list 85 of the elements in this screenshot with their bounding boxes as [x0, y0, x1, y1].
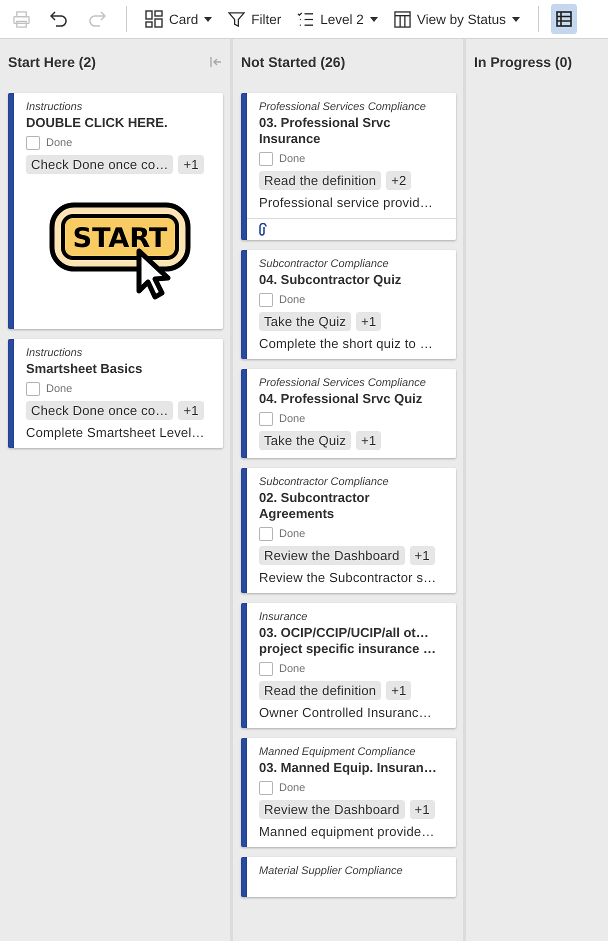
done-checkbox[interactable]	[259, 527, 273, 541]
table-icon	[394, 10, 411, 28]
card-tag: Take the Quiz	[259, 431, 352, 450]
card-category: Subcontractor Compliance	[259, 476, 390, 488]
card-category: Manned Equipment Compliance	[259, 746, 417, 758]
card-title: DOUBLE CLICK HERE.	[26, 115, 169, 131]
done-checkbox[interactable]	[259, 662, 273, 676]
card-tag: Check Done once co…	[26, 155, 174, 174]
card-tag: Check Done once co…	[26, 401, 174, 420]
done-label: Done	[279, 782, 306, 794]
card-category: Subcontractor Compliance	[259, 258, 390, 270]
card-title: 03. Professional Srvc	[259, 115, 392, 131]
done-checkbox[interactable]	[259, 781, 273, 795]
card-category: Professional Services Compliance	[259, 101, 427, 113]
card-description: Owner Controlled Insuranc…	[259, 705, 433, 720]
task-card[interactable]: Professional Services Compliance 04. Professional Srvc Quiz Done Take the Quiz +1	[241, 369, 456, 458]
card-category: Instructions	[26, 101, 84, 113]
done-checkbox[interactable]	[259, 412, 273, 426]
done-label: Done	[279, 528, 306, 540]
more-count: +1	[386, 681, 412, 700]
more-count: +1	[410, 546, 435, 565]
card-description: Professional service provid…	[259, 195, 434, 210]
task-card[interactable]: Material Supplier Compliance	[241, 857, 456, 897]
layout-icon	[145, 10, 163, 28]
card-button[interactable]: Card	[139, 4, 218, 34]
filter-button[interactable]: Filter	[222, 4, 288, 34]
task-card[interactable]: Insurance 03. OCIP/CCIP/UCIP/all ot… project specific insurance … Done Read the definition +1 Owner Controlled Insuranc…	[241, 603, 456, 728]
collapse-icon[interactable]	[210, 57, 222, 67]
filter-icon	[228, 10, 246, 28]
more-count: +2	[386, 171, 412, 190]
more-count: +1	[178, 401, 204, 420]
card-title: 02. Subcontractor	[259, 490, 371, 506]
card-title: 03. Manned Equip. Insuran…	[259, 760, 438, 776]
done-checkbox[interactable]	[259, 293, 273, 307]
card-title: 03. OCIP/CCIP/UCIP/all ot…	[259, 625, 430, 641]
done-label: Done	[279, 294, 306, 306]
view-button[interactable]: View by Status	[388, 4, 526, 34]
column-title: Start Here (2)	[8, 54, 96, 70]
task-card[interactable]: Instructions Smartsheet Basics Done Check Done once co… +1 Complete Smartsheet Level…	[8, 339, 223, 448]
done-checkbox[interactable]	[26, 382, 40, 396]
task-card[interactable]: Professional Services Compliance 03. Professional Srvc Insurance Done Read the definition +2 Professional service provid…	[241, 93, 456, 240]
card-title: 04. Professional Srvc Quiz	[259, 391, 424, 407]
card-category: Insurance	[259, 611, 308, 623]
card-category: Material Supplier Compliance	[259, 865, 404, 877]
column-title: In Progress (0)	[474, 54, 572, 70]
done-label: Done	[279, 413, 306, 425]
card-description: Review the Subcontractor s…	[259, 570, 438, 585]
redo-icon	[88, 11, 106, 27]
card-title: project specific insurance …	[259, 641, 438, 657]
task-card[interactable]: Subcontractor Compliance 04. Subcontractor Quiz Done Take the Quiz +1 Complete the short quiz to …	[241, 250, 456, 359]
card-description: Complete Smartsheet Level…	[26, 425, 206, 440]
card-category: Instructions	[26, 347, 84, 359]
task-card[interactable]: Instructions DOUBLE CLICK HERE. Done Check Done once co… +1 START	[8, 93, 223, 329]
more-count: +1	[178, 155, 204, 174]
task-card[interactable]: Manned Equipment Compliance 03. Manned Equip. Insuran… Done Review the Dashboard +1 Manned equipment provide…	[241, 738, 456, 847]
paperclip-icon	[257, 223, 267, 237]
more-count: +1	[356, 431, 382, 450]
card-title: Smartsheet Basics	[26, 361, 144, 377]
done-label: Done	[279, 153, 306, 165]
more-count: +1	[410, 800, 435, 819]
done-checkbox[interactable]	[259, 152, 273, 166]
done-label: Done	[279, 663, 306, 675]
card-category: Professional Services Compliance	[259, 377, 427, 389]
grid-view-button[interactable]	[550, 4, 577, 34]
undo-icon	[50, 11, 68, 27]
done-label: Done	[46, 383, 72, 395]
card-tag: Review the Dashboard	[259, 546, 405, 565]
card-title: Insurance	[259, 131, 322, 147]
grid-icon	[556, 11, 572, 27]
done-label: Done	[46, 137, 72, 149]
card-description: Complete the short quiz to …	[259, 336, 434, 351]
task-card[interactable]: Subcontractor Compliance 02. Subcontractor Agreements Done Review the Dashboard +1 Review the Subcontractor s…	[241, 468, 456, 593]
done-checkbox[interactable]	[26, 136, 40, 150]
level-button[interactable]: Level 2	[291, 4, 384, 34]
card-title: Agreements	[259, 506, 336, 522]
card-description: Manned equipment provide…	[259, 824, 436, 839]
card-title: 04. Subcontractor Quiz	[259, 272, 402, 288]
card-tag: Review the Dashboard	[259, 800, 405, 819]
more-count: +1	[356, 312, 382, 331]
printer-icon	[12, 10, 30, 28]
card-tag: Read the definition	[259, 171, 382, 190]
card-tag: Read the definition	[259, 681, 382, 700]
card-tag: Take the Quiz	[259, 312, 352, 331]
checklist-icon	[297, 10, 314, 28]
column-title: Not Started (26)	[241, 54, 346, 70]
